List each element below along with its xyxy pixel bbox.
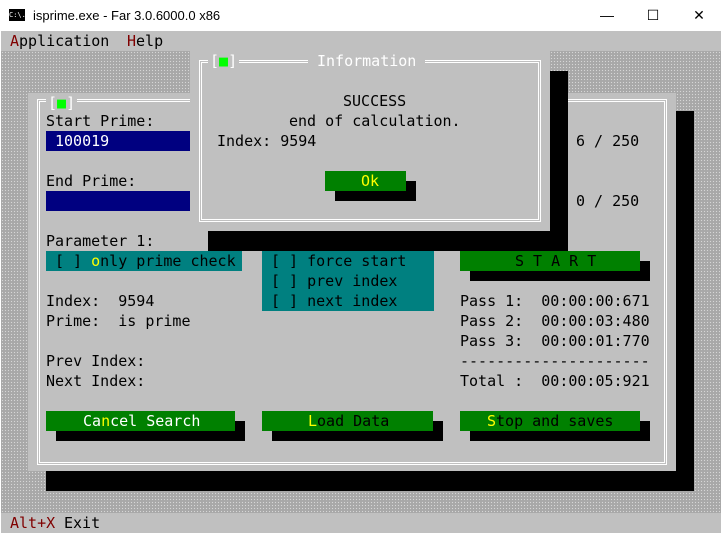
prime-readout: Prime: is prime [46,312,191,330]
prev-index-checkbox[interactable]: [ ] prev index [271,271,397,291]
stop-and-saves-button[interactable]: Stop and saves [460,411,640,431]
close-button[interactable]: ✕ [676,0,722,31]
info-line-end: end of calculation. [289,112,461,130]
next-index-checkbox[interactable]: [ ] next index [271,291,397,311]
total-time: Total : 00:00:05:921 [460,372,650,390]
maximize-button[interactable]: ☐ [630,0,676,31]
start-prime-label: Start Prime: [46,112,155,130]
counter-start: 6 / 250 [576,132,640,150]
pass2-time: Pass 2: 00:00:03:480 [460,312,650,330]
info-line-index: Index: 9594 [217,132,317,150]
window-titlebar: C:\. isprime.exe - Far 3.0.6000.0 x86 — … [0,0,724,31]
ok-button[interactable]: Ok [325,171,406,191]
exit-label[interactable]: Exit [64,513,100,533]
end-prime-input[interactable] [46,191,192,211]
exit-hotkey[interactable]: Alt+X [10,513,55,533]
parameter2-options: [ ] force start [ ] prev index [ ] next … [262,251,434,311]
pass1-time: Pass 1: 00:00:00:671 [460,292,650,310]
end-prime-label: End Prime: [46,172,137,190]
start-prime-input[interactable]: 100019 [46,131,192,151]
window-title: isprime.exe - Far 3.0.6000.0 x86 [33,8,221,23]
timing-separator: --------------------- [460,352,650,370]
menu-application[interactable]: Application [10,31,109,51]
counter-end: 0 / 250 [576,192,640,210]
info-dialog-title: Information [308,51,426,71]
info-dialog: [■] Information SUCCESS end of calculati… [190,51,550,231]
only-prime-check-checkbox[interactable]: [ ] only prime check [46,251,242,271]
cancel-search-button[interactable]: Cancel Search [46,411,235,431]
load-data-button[interactable]: Load Data [262,411,433,431]
start-button[interactable]: S T A R T [460,251,640,271]
status-bar: Alt+X Exit [1,513,721,533]
main-dialog-close-box[interactable]: [■] [46,93,78,113]
menu-help[interactable]: Help [127,31,163,51]
pass3-time: Pass 3: 00:00:01:770 [460,332,650,350]
prev-index-label: Prev Index: [46,352,146,370]
console-area: Application Help [■] Start Prime: 100019… [1,31,721,533]
info-line-success: SUCCESS [343,92,407,110]
next-index-label: Next Index: [46,372,146,390]
console-app-icon: C:\. [9,9,26,21]
index-readout: Index: 9594 [46,292,155,310]
parameter1-label: Parameter 1: [46,232,155,250]
minimize-button[interactable]: — [584,0,630,31]
force-start-checkbox[interactable]: [ ] force start [271,251,406,271]
info-dialog-close-box[interactable]: [■] [208,51,240,71]
menu-bar: Application Help [1,31,721,51]
